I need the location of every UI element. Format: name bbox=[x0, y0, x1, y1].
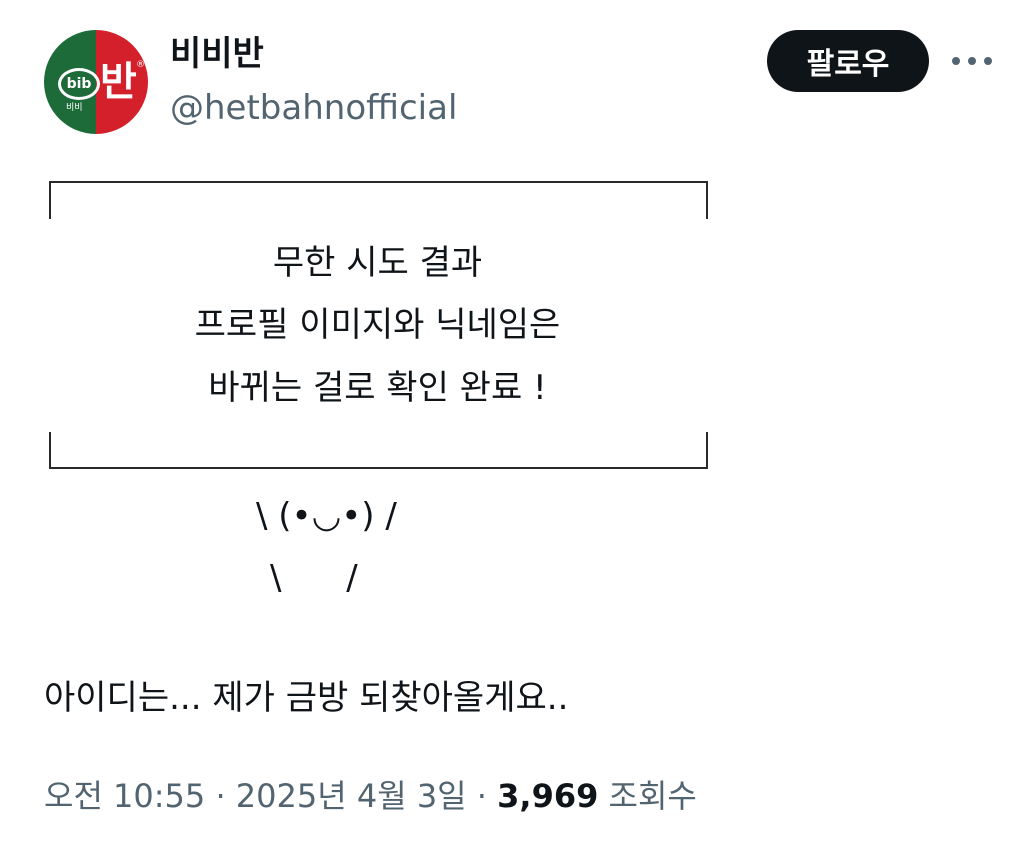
box-left-border-bottom bbox=[49, 432, 51, 469]
box-line-1: 무한 시도 결과 bbox=[272, 243, 483, 283]
meta-separator: · bbox=[215, 777, 226, 815]
dot-icon bbox=[968, 57, 976, 65]
tweet-time[interactable]: 오전 10:55 bbox=[44, 777, 205, 815]
tweet-text: 아이디는... 제가 금방 되찾아올게요.. bbox=[44, 678, 569, 718]
view-label: 조회수 bbox=[608, 777, 697, 815]
box-line-2: 프로필 이미지와 닉네임은 bbox=[194, 305, 561, 345]
meta-separator: · bbox=[476, 777, 487, 815]
tweet-meta: 오전 10:55 · 2025년 4월 3일 · 3,969 조회수 bbox=[44, 774, 697, 818]
box-bottom-border bbox=[51, 467, 706, 469]
avatar[interactable]: bib 비비 반 ® bbox=[44, 30, 148, 134]
box-line-3: 바뀌는 걸로 확인 완료 ! bbox=[208, 368, 547, 408]
kaomoji-line-1: \ (•◡•) / bbox=[256, 496, 397, 536]
avatar-logo-ban: 반 bbox=[100, 59, 137, 105]
kaomoji-line-2: \ / bbox=[270, 558, 358, 598]
box-right-border-top bbox=[706, 181, 708, 219]
box-right-border-bottom bbox=[706, 432, 708, 469]
more-horizontal-icon[interactable] bbox=[952, 54, 992, 68]
avatar-logo-mark: ® bbox=[136, 60, 145, 70]
avatar-logo-sub: 비비 bbox=[66, 103, 83, 113]
view-count[interactable]: 3,969 bbox=[497, 777, 598, 815]
tweet-date[interactable]: 2025년 4월 3일 bbox=[236, 777, 467, 815]
box-top-border bbox=[51, 181, 706, 183]
box-left-border-top bbox=[49, 181, 51, 219]
user-handle[interactable]: @hetbahnofficial bbox=[170, 86, 457, 130]
avatar-logo-bib: bib bbox=[58, 68, 100, 100]
dot-icon bbox=[952, 57, 960, 65]
dot-icon bbox=[984, 57, 992, 65]
follow-button[interactable]: 팔로우 bbox=[767, 30, 929, 92]
display-name[interactable]: 비비반 bbox=[170, 34, 264, 74]
